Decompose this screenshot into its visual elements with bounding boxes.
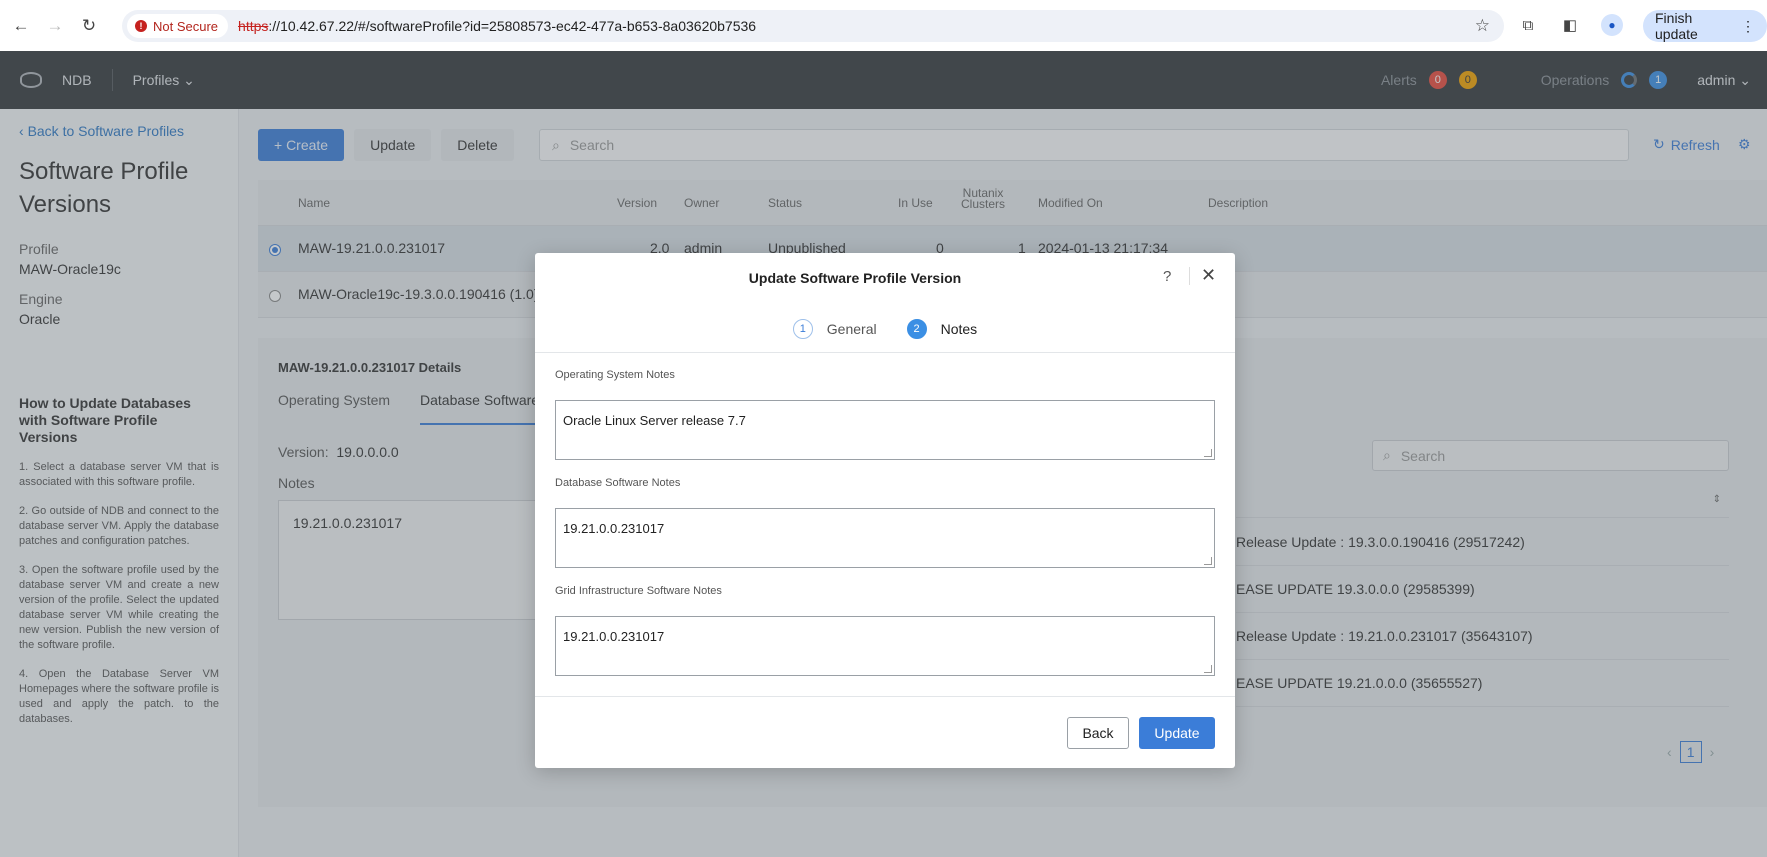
grid-notes-value: 19.21.0.0.231017 [563, 629, 665, 644]
title-divider [1189, 267, 1190, 285]
address-bar[interactable]: ! Not Secure https://10.42.67.22/#/softw… [122, 10, 1504, 42]
divider [535, 352, 1235, 353]
warning-icon: ! [135, 20, 147, 32]
grid-notes-field[interactable]: 19.21.0.0.231017 [555, 616, 1215, 676]
wizard-steps: 1 General 2 Notes [535, 319, 1235, 339]
profile-avatar-icon[interactable]: ● [1601, 14, 1623, 36]
back-button[interactable]: Back [1067, 717, 1129, 749]
help-icon[interactable]: ? [1163, 268, 1171, 285]
db-notes-field[interactable]: 19.21.0.0.231017 [555, 508, 1215, 568]
security-chip[interactable]: ! Not Secure [127, 14, 229, 38]
dialog-title: Update Software Profile Version [748, 270, 962, 286]
extensions-icon[interactable]: ⧉ [1517, 14, 1539, 36]
forward-arrow-icon[interactable]: → [46, 16, 64, 35]
update-submit-button[interactable]: Update [1139, 717, 1215, 749]
side-panel-icon[interactable]: ◧ [1559, 14, 1581, 36]
step-number: 1 [792, 319, 813, 339]
url-path: ://10.42.67.22/#/softwareProfile?id=2580… [268, 18, 757, 34]
resize-handle-icon[interactable] [1204, 449, 1212, 457]
security-label: Not Secure [153, 18, 219, 34]
bookmark-star-icon[interactable]: ☆ [1475, 16, 1490, 36]
browser-toolbar: ← → ↻ ! Not Secure https://10.42.67.22/#… [0, 0, 1767, 51]
reload-icon[interactable]: ↻ [80, 16, 98, 35]
os-notes-value: Oracle Linux Server release 7.7 [563, 413, 746, 428]
back-arrow-icon[interactable]: ← [12, 16, 30, 35]
resize-handle-icon[interactable] [1204, 557, 1212, 565]
step-notes[interactable]: 2 Notes [906, 319, 978, 339]
step-general[interactable]: 1 General [792, 319, 877, 339]
step-label: General [826, 321, 877, 337]
os-notes-label: Operating System Notes [555, 369, 675, 381]
db-notes-label: Database Software Notes [555, 477, 681, 489]
finish-update-label: Finish update [1655, 10, 1698, 42]
resize-handle-icon[interactable] [1204, 665, 1212, 673]
finish-update-button[interactable]: Finish update ⋮ [1643, 10, 1767, 42]
step-label: Notes [940, 321, 978, 337]
browser-nav: ← → ↻ [0, 16, 120, 35]
url-text[interactable]: https://10.42.67.22/#/softwareProfile?id… [238, 18, 756, 34]
os-notes-field[interactable]: Oracle Linux Server release 7.7 [555, 400, 1215, 460]
divider [535, 696, 1235, 697]
url-protocol: https [238, 18, 269, 34]
step-number: 2 [906, 319, 927, 339]
update-version-dialog: Update Software Profile Version ? ✕ 1 Ge… [535, 253, 1235, 768]
db-notes-value: 19.21.0.0.231017 [563, 521, 665, 536]
close-icon[interactable]: ✕ [1201, 265, 1216, 286]
browser-actions: ⧉ ◧ ● [1517, 14, 1623, 36]
more-vert-icon: ⋮ [1741, 17, 1755, 34]
grid-notes-label: Grid Infrastructure Software Notes [555, 585, 722, 597]
